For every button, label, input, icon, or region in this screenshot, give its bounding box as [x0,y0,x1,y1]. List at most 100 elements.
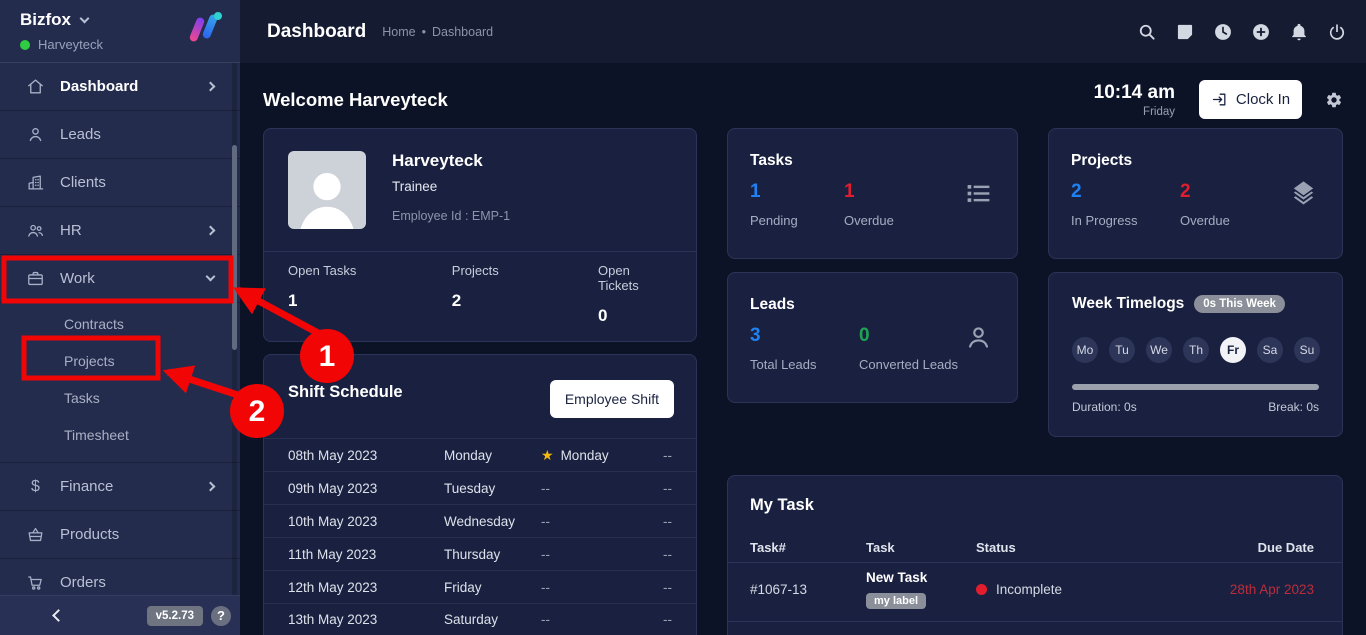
note-icon[interactable] [1175,22,1195,42]
clock-icon[interactable] [1213,22,1233,42]
metric-value: 2 [1071,181,1180,203]
clock-in-button[interactable]: Clock In [1199,80,1302,119]
projects-metrics: 2 In Progress 2 Overdue [1071,181,1289,228]
shift-row: 09th May 2023 Tuesday -- -- [264,471,696,504]
task-id: #1067-13 [750,582,866,597]
shift-row: 12th May 2023 Friday -- -- [264,570,696,603]
shift-schedule-table: 08th May 2023 Monday ★Monday -- 09th May… [264,438,696,635]
my-task-card: My Task Task# Task Status Due Date #1067… [727,475,1343,635]
shift-row: 10th May 2023 Wednesday -- -- [264,504,696,537]
sidebar-item-work[interactable]: Work [0,255,240,303]
shift-date: 13th May 2023 [288,612,444,627]
bell-icon[interactable] [1289,22,1309,42]
basket-icon [26,525,45,544]
breadcrumb-home[interactable]: Home [382,25,415,39]
sidebar-item-products[interactable]: Products [0,511,240,559]
day-chip-su[interactable]: Su [1294,337,1320,363]
profile-stats: Open Tasks 1 Projects 2 Open Tickets 0 [288,263,672,326]
metric-overdue: 2 Overdue [1180,181,1289,228]
plus-circle-icon[interactable] [1251,22,1271,42]
sidebar-item-contracts[interactable]: Contracts [0,305,240,342]
breadcrumb-current: Dashboard [432,25,493,39]
shift-note: -- [642,481,672,496]
sidebar-item-dashboard[interactable]: Dashboard [0,63,240,111]
shift-value: -- [541,580,642,595]
my-task-header: Task# Task Status Due Date [728,532,1342,563]
week-timelogs-card: Week Timelogs 0s This Week Mo Tu We Th F… [1048,272,1343,437]
col-task-id: Task# [750,540,866,555]
shift-day: Friday [444,580,541,595]
sidebar-menu: Dashboard Leads Clients HR Work Contract… [0,63,240,607]
sidebar-header: Bizfox Harveyteck [0,0,240,63]
sidebar-scrollbar-thumb[interactable] [232,145,237,350]
metric-converted-leads: 0 Converted Leads [859,325,968,372]
sidebar-footer: v5.2.73 ? [0,595,240,635]
task-row: #1067-13 New Task my label Incomplete 28… [728,563,1342,622]
help-icon[interactable]: ? [211,606,231,626]
people-icon [26,221,45,240]
user-name: Harveyteck [38,37,103,52]
sidebar-item-timesheet[interactable]: Timesheet [0,416,240,453]
shift-day: Thursday [444,547,541,562]
shift-note: -- [642,514,672,529]
sidebar-item-tasks[interactable]: Tasks [0,379,240,416]
online-status-icon [20,40,30,50]
company-name: Bizfox [20,10,71,30]
profile-role: Trainee [392,179,437,194]
collapse-sidebar-icon[interactable] [52,609,65,622]
sidebar-item-label: Clients [60,174,106,191]
shift-schedule-title: Shift Schedule [288,383,403,402]
chevron-right-icon [206,226,216,236]
sidebar-subitem-label: Timesheet [64,427,129,443]
shift-value: -- [541,612,642,627]
sidebar-item-label: Products [60,526,119,543]
col-due-date: Due Date [1194,540,1314,555]
employee-shift-button[interactable]: Employee Shift [550,380,674,418]
stat-open-tickets: Open Tickets 0 [598,263,672,326]
avatar [288,151,366,229]
timelog-break: Break: 0s [1268,400,1319,414]
metric-label: In Progress [1071,213,1180,228]
sidebar-item-projects[interactable]: Projects [0,342,240,379]
projects-card-title: Projects [1071,152,1132,170]
day-chip-tu[interactable]: Tu [1109,337,1135,363]
layers-icon [1289,179,1318,208]
day-chip-sa[interactable]: Sa [1257,337,1283,363]
day-chip-we[interactable]: We [1146,337,1172,363]
profile-card: Harveyteck Trainee Employee Id : EMP-1 O… [263,128,697,342]
sidebar: Bizfox Harveyteck Dashboard Leads Client… [0,0,240,635]
shift-day: Monday [444,448,541,463]
col-status: Status [976,540,1194,555]
metric-value: 2 [1180,181,1289,203]
gear-icon[interactable] [1325,91,1343,109]
search-icon[interactable] [1137,22,1157,42]
sidebar-item-clients[interactable]: Clients [0,159,240,207]
sidebar-subitem-label: Contracts [64,316,124,332]
login-icon [1211,91,1228,108]
sidebar-item-hr[interactable]: HR [0,207,240,255]
topbar-actions [1137,22,1347,42]
shift-value: -- [541,514,642,529]
day-chip-th[interactable]: Th [1183,337,1209,363]
day-chip-mo[interactable]: Mo [1072,337,1098,363]
day-chip-fr-active[interactable]: Fr [1220,337,1246,363]
dollar-icon: $ [26,478,45,496]
metric-value: 0 [859,325,968,347]
welcome-heading: Welcome Harveyteck [263,89,448,111]
app-logo-icon [186,11,224,49]
sidebar-item-label: Orders [60,574,106,591]
my-task-title: My Task [750,496,814,515]
metric-in-progress: 2 In Progress [1071,181,1180,228]
metric-label: Overdue [844,213,938,228]
shift-date: 10th May 2023 [288,514,444,529]
power-icon[interactable] [1327,22,1347,42]
shift-row: 08th May 2023 Monday ★Monday -- [264,438,696,471]
sidebar-item-leads[interactable]: Leads [0,111,240,159]
task-label-badge: my label [866,593,926,609]
day-value: Friday [1094,106,1175,118]
building-icon [26,173,45,192]
sidebar-item-finance[interactable]: $ Finance [0,463,240,511]
stat-label: Open Tickets [598,263,672,293]
task-name: New Task [866,570,976,585]
breadcrumb: Home • Dashboard [382,25,493,39]
